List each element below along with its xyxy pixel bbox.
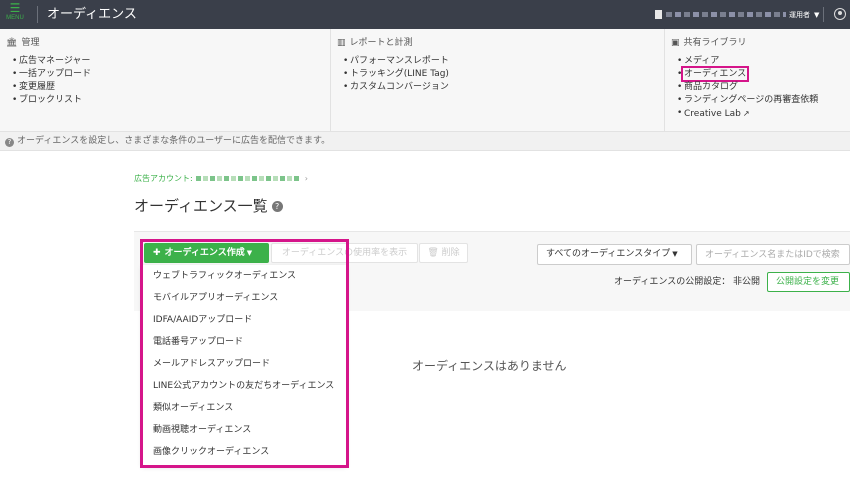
delete-button[interactable]: 🗑 削除 — [419, 243, 468, 263]
dropdown-item-web-traffic[interactable]: ウェブトラフィックオーディエンス — [142, 265, 346, 287]
topbar-divider — [37, 6, 38, 23]
menu-section-library: ▣ 共有ライブラリ メディア オーディエンス 商品カタログ ランディングページの… — [665, 29, 850, 132]
account-name-redacted — [666, 12, 786, 17]
menu-section-management: 🏛 管理 広告マネージャー 一括アップロード 変更履歴 ブロックリスト — [0, 29, 331, 132]
publish-setting-label: オーディエンスの公開設定： 非公開 — [614, 277, 761, 287]
breadcrumb-account-label[interactable]: 広告アカウント: — [134, 173, 193, 184]
plus-icon: ✚ — [153, 248, 161, 258]
audience-type-select[interactable]: すべてのオーディエンスタイプ ▼ — [537, 244, 692, 265]
trash-icon: 🗑 — [427, 248, 439, 258]
question-icon: ? — [5, 138, 14, 147]
menu-item-product-catalog[interactable]: 商品カタログ — [677, 81, 850, 94]
menu-label: MENU — [6, 15, 24, 21]
breadcrumb: 広告アカウント: › — [134, 173, 308, 184]
show-usage-button[interactable]: オーディエンスの使用率を表示 — [271, 243, 418, 263]
external-link-icon: ↗ — [742, 109, 750, 118]
help-icon[interactable]: ? — [271, 200, 283, 212]
caret-down-icon: ▼ — [246, 249, 253, 257]
dropdown-item-email-upload[interactable]: メールアドレスアップロード — [142, 353, 346, 375]
page-title: オーディエンス一覧 ? — [134, 196, 283, 216]
dropdown-item-image-click[interactable]: 画像クリックオーディエンス — [142, 441, 346, 463]
bank-icon: 🏛 — [6, 38, 18, 48]
empty-message: オーディエンスはありません — [412, 359, 567, 373]
mega-menu: 🏛 管理 広告マネージャー 一括アップロード 変更履歴 ブロックリスト ▥ レポ… — [0, 29, 850, 132]
chevron-down-icon: ▼ — [814, 10, 820, 19]
app-title: オーディエンス — [47, 7, 137, 22]
dropdown-item-phone-upload[interactable]: 電話番号アップロード — [142, 331, 346, 353]
create-audience-button[interactable]: ✚ オーディエンス作成 ▼ — [144, 243, 269, 263]
menu-heading-reports: ▥ レポートと計測 — [337, 38, 413, 48]
menu-item-custom-conversion[interactable]: カスタムコンバージョン — [343, 81, 664, 94]
dropdown-item-line-friends[interactable]: LINE公式アカウントの友だちオーディエンス — [142, 375, 346, 397]
user-circle-icon[interactable] — [834, 8, 846, 20]
account-switcher[interactable]: 運用者 ▼ — [655, 9, 819, 20]
dropdown-item-idfa-upload[interactable]: IDFA/AAIDアップロード — [142, 309, 346, 331]
menu-item-ads-manager[interactable]: 広告マネージャー — [12, 55, 330, 68]
menu-button[interactable]: ☰ MENU — [3, 2, 27, 26]
top-bar: ☰ MENU オーディエンス 運用者 ▼ — [0, 0, 850, 29]
account-id-redacted[interactable] — [195, 176, 300, 181]
audience-search-input[interactable] — [696, 244, 850, 265]
menu-item-audience[interactable]: オーディエンス — [677, 66, 850, 82]
menu-section-reports: ▥ レポートと計測 パフォーマンスレポート トラッキング(LINE Tag) カ… — [331, 29, 665, 132]
menu-item-audience-label: オーディエンス — [680, 66, 750, 82]
caret-down-icon: ▼ — [672, 250, 678, 258]
menu-item-bulk-upload[interactable]: 一括アップロード — [12, 68, 330, 81]
info-bar: ? オーディエンスを設定し、さまざまな条件のユーザーに広告を配信できます。 — [0, 132, 850, 151]
menu-item-media[interactable]: メディア — [677, 55, 850, 68]
menu-heading-management: 🏛 管理 — [6, 38, 40, 48]
dropdown-item-video-view[interactable]: 動画視聴オーディエンス — [142, 419, 346, 441]
building-icon — [655, 10, 662, 19]
menu-item-tracking[interactable]: トラッキング(LINE Tag) — [343, 68, 664, 81]
account-role: 運用者 — [789, 10, 810, 19]
topbar-divider-right — [823, 7, 824, 22]
image-icon: ▣ — [671, 38, 680, 48]
dropdown-item-lookalike[interactable]: 類似オーディエンス — [142, 397, 346, 419]
menu-item-performance-report[interactable]: パフォーマンスレポート — [343, 55, 664, 68]
hamburger-icon: ☰ — [9, 1, 21, 15]
create-audience-dropdown: ウェブトラフィックオーディエンス モバイルアプリオーディエンス IDFA/AAI… — [142, 265, 346, 465]
dropdown-item-mobile-app[interactable]: モバイルアプリオーディエンス — [142, 287, 346, 309]
breadcrumb-separator: › — [304, 174, 308, 183]
bar-chart-icon: ▥ — [337, 38, 346, 48]
menu-item-block-list[interactable]: ブロックリスト — [12, 94, 330, 107]
change-publish-setting-button[interactable]: 公開設定を変更 — [767, 272, 850, 292]
menu-heading-library: ▣ 共有ライブラリ — [671, 38, 747, 48]
menu-item-change-history[interactable]: 変更履歴 — [12, 81, 330, 94]
info-text: オーディエンスを設定し、さまざまな条件のユーザーに広告を配信できます。 — [17, 136, 331, 146]
menu-item-landing-page-review[interactable]: ランディングページの再審査依頼 — [677, 94, 850, 107]
menu-item-creative-lab[interactable]: Creative Lab↗ — [677, 107, 850, 121]
